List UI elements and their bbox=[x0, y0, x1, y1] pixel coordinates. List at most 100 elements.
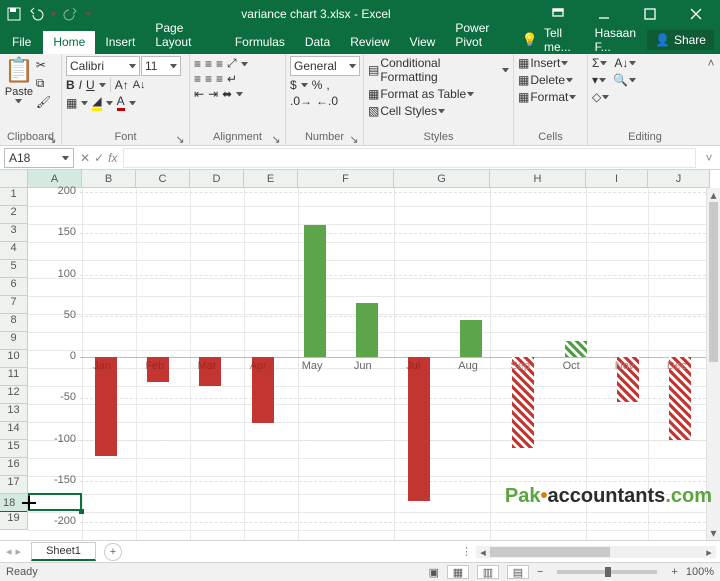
wrap-text-icon[interactable]: ↵ bbox=[227, 72, 237, 86]
row-header[interactable]: 3 bbox=[0, 224, 27, 242]
column-header[interactable]: I bbox=[586, 170, 648, 187]
number-dialog-launcher-icon[interactable]: ↘ bbox=[349, 133, 359, 143]
tab-split-handle[interactable]: ⋮ bbox=[461, 545, 472, 558]
row-header[interactable]: 10 bbox=[0, 350, 27, 368]
orientation-dropdown-icon[interactable] bbox=[241, 62, 248, 66]
column-header[interactable]: E bbox=[244, 170, 298, 187]
tab-view[interactable]: View bbox=[400, 31, 446, 54]
scroll-up-icon[interactable]: ▴ bbox=[707, 188, 720, 202]
delete-cells-button[interactable]: ▦Delete bbox=[518, 73, 573, 87]
conditional-formatting-button[interactable]: ▤Conditional Formatting bbox=[368, 56, 509, 84]
format-painter-icon[interactable]: 🖌 bbox=[36, 95, 51, 109]
column-header[interactable]: D bbox=[190, 170, 244, 187]
clipboard-dialog-launcher-icon[interactable]: ↘ bbox=[47, 133, 57, 143]
chart-bar[interactable] bbox=[565, 341, 587, 358]
decrease-font-icon[interactable]: A↓ bbox=[133, 79, 146, 91]
align-top-icon[interactable]: ≡ bbox=[194, 57, 201, 71]
row-header[interactable]: 12 bbox=[0, 386, 27, 404]
scroll-right-icon[interactable]: ▸ bbox=[702, 546, 716, 559]
autosum-dropdown-icon[interactable] bbox=[600, 61, 607, 65]
row-header[interactable]: 6 bbox=[0, 278, 27, 296]
align-middle-icon[interactable]: ≡ bbox=[205, 57, 212, 71]
enter-formula-icon[interactable]: ✓ bbox=[94, 151, 104, 165]
zoom-level[interactable]: 100% bbox=[686, 566, 714, 578]
increase-font-icon[interactable]: A↑ bbox=[115, 78, 129, 92]
tab-review[interactable]: Review bbox=[340, 31, 399, 54]
row-headers[interactable]: 12345678910111213141516171819 bbox=[0, 188, 28, 530]
align-bottom-icon[interactable]: ≡ bbox=[216, 57, 223, 71]
ribbon-display-options-icon[interactable] bbox=[536, 0, 580, 28]
copy-icon[interactable]: ⧉ bbox=[36, 76, 51, 91]
tab-home[interactable]: Home bbox=[43, 31, 95, 54]
minimize-button[interactable] bbox=[582, 0, 626, 28]
row-header[interactable]: 7 bbox=[0, 296, 27, 314]
close-button[interactable] bbox=[674, 0, 718, 28]
user-name[interactable]: Hasaan F... bbox=[595, 26, 641, 54]
format-cells-button[interactable]: ▦Format bbox=[518, 90, 576, 104]
fill-dropdown-icon[interactable] bbox=[599, 78, 606, 82]
italic-button[interactable]: I bbox=[79, 78, 82, 92]
column-headers[interactable]: ABCDEFGHIJ bbox=[28, 170, 710, 188]
orientation-icon[interactable]: ⤢ bbox=[227, 56, 237, 71]
underline-button[interactable]: U bbox=[86, 78, 95, 92]
column-header[interactable]: H bbox=[490, 170, 586, 187]
underline-dropdown-icon[interactable] bbox=[99, 83, 106, 87]
font-dialog-launcher-icon[interactable]: ↘ bbox=[175, 133, 185, 143]
tab-insert[interactable]: Insert bbox=[95, 31, 145, 54]
expand-formula-bar-icon[interactable]: ˅ bbox=[702, 151, 716, 165]
variance-chart[interactable]: -200-150-100-50050100150200JanFebMarAprM… bbox=[46, 192, 706, 522]
autosum-icon[interactable]: Σ bbox=[592, 56, 599, 70]
page-break-view-button[interactable]: ▤ bbox=[507, 565, 529, 579]
vertical-scrollbar[interactable]: ▴ ▾ bbox=[706, 188, 720, 540]
fx-icon[interactable]: fx bbox=[108, 151, 117, 165]
row-header[interactable]: 9 bbox=[0, 332, 27, 350]
zoom-in-button[interactable]: + bbox=[671, 566, 677, 578]
align-left-icon[interactable]: ≡ bbox=[194, 72, 201, 86]
chart-bar[interactable] bbox=[356, 303, 378, 357]
maximize-button[interactable] bbox=[628, 0, 672, 28]
number-format-select[interactable]: General bbox=[290, 56, 360, 76]
percent-format-icon[interactable]: % bbox=[312, 78, 323, 92]
column-header[interactable]: G bbox=[394, 170, 490, 187]
row-header[interactable]: 11 bbox=[0, 368, 27, 386]
paste-label[interactable]: Paste bbox=[5, 86, 33, 98]
row-header[interactable]: 17 bbox=[0, 476, 27, 494]
font-color-dropdown-icon[interactable] bbox=[129, 101, 136, 105]
row-header[interactable]: 4 bbox=[0, 242, 27, 260]
row-header[interactable]: 14 bbox=[0, 422, 27, 440]
sheet-nav-prev-icon[interactable]: ◂ bbox=[6, 545, 12, 558]
row-header[interactable]: 2 bbox=[0, 206, 27, 224]
merge-center-icon[interactable]: ⬌ bbox=[222, 87, 232, 101]
normal-view-button[interactable]: ▦ bbox=[447, 565, 469, 579]
horizontal-scrollbar[interactable]: ◂ ▸ bbox=[476, 546, 716, 558]
merge-dropdown-icon[interactable] bbox=[236, 92, 243, 96]
name-box[interactable]: A18 bbox=[4, 148, 74, 168]
fill-icon[interactable]: ▾ bbox=[592, 73, 598, 87]
undo-dropdown-icon[interactable] bbox=[50, 12, 57, 16]
borders-dropdown-icon[interactable] bbox=[81, 101, 88, 105]
paste-icon[interactable]: 📋 bbox=[4, 56, 34, 85]
row-header[interactable]: 1 bbox=[0, 188, 27, 206]
tell-me-icon[interactable]: 💡 bbox=[522, 32, 538, 48]
fill-color-icon[interactable]: ◢ bbox=[92, 94, 101, 111]
find-select-icon[interactable]: 🔍 bbox=[613, 73, 628, 87]
scroll-down-icon[interactable]: ▾ bbox=[707, 526, 720, 540]
column-header[interactable]: J bbox=[648, 170, 710, 187]
zoom-slider-knob[interactable] bbox=[605, 567, 611, 577]
row-header[interactable]: 19 bbox=[0, 512, 27, 530]
redo-icon[interactable] bbox=[63, 6, 79, 22]
tell-me-label[interactable]: Tell me... bbox=[544, 26, 581, 54]
align-center-icon[interactable]: ≡ bbox=[205, 72, 212, 86]
sort-filter-dropdown-icon[interactable] bbox=[629, 61, 636, 65]
find-dropdown-icon[interactable] bbox=[629, 78, 636, 82]
row-header[interactable]: 15 bbox=[0, 440, 27, 458]
accounting-dropdown-icon[interactable] bbox=[301, 83, 308, 87]
cell-styles-button[interactable]: ▧Cell Styles bbox=[368, 104, 445, 118]
undo-icon[interactable] bbox=[28, 6, 44, 22]
format-as-table-button[interactable]: ▦Format as Table bbox=[368, 87, 474, 101]
worksheet-grid[interactable]: ABCDEFGHIJ 12345678910111213141516171819… bbox=[0, 170, 720, 541]
formula-input[interactable] bbox=[123, 148, 696, 168]
font-family-select[interactable]: Calibri bbox=[66, 56, 140, 76]
insert-cells-button[interactable]: ▦Insert bbox=[518, 56, 568, 70]
decrease-indent-icon[interactable]: ⇤ bbox=[194, 87, 204, 101]
